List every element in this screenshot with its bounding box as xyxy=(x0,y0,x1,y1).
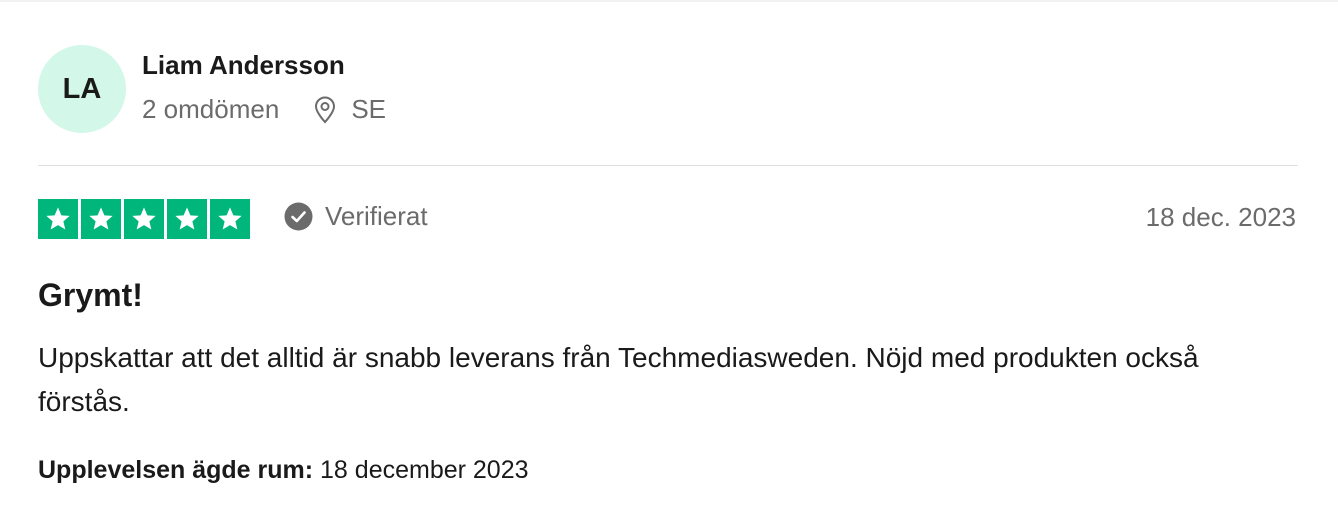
experience-date: Upplevelsen ägde rum: 18 december 2023 xyxy=(38,456,529,485)
review-body: Uppskattar att det alltid är snabb lever… xyxy=(38,342,1199,417)
avatar[interactable]: LA xyxy=(38,45,126,133)
verified-badge[interactable]: Verifierat xyxy=(284,201,428,232)
avatar-initials: LA xyxy=(62,72,102,105)
location-pin-icon xyxy=(313,96,337,124)
review-card: LA Liam Andersson 2 omdömen SE Verifiera… xyxy=(38,0,1298,522)
star-icon xyxy=(38,199,78,239)
country-code: SE xyxy=(351,94,386,124)
experience-value: 18 december 2023 xyxy=(320,456,529,484)
experience-label: Upplevelsen ägde rum: xyxy=(38,456,314,484)
star-icon xyxy=(124,199,164,239)
review-date: 18 dec. 2023 xyxy=(1145,202,1296,232)
divider xyxy=(38,165,1298,166)
consumer-meta: 2 omdömen SE xyxy=(142,94,386,125)
review-count: 2 omdömen xyxy=(142,94,280,124)
star-icon xyxy=(167,199,207,239)
star-icon xyxy=(81,199,121,239)
star-icon xyxy=(210,199,250,239)
verified-label: Verifierat xyxy=(325,201,428,231)
check-circle-icon xyxy=(284,202,313,231)
star-rating xyxy=(38,199,250,239)
consumer-name[interactable]: Liam Andersson xyxy=(142,50,345,81)
consumer-location: SE xyxy=(313,94,386,125)
review-title[interactable]: Grymt! xyxy=(38,277,143,314)
